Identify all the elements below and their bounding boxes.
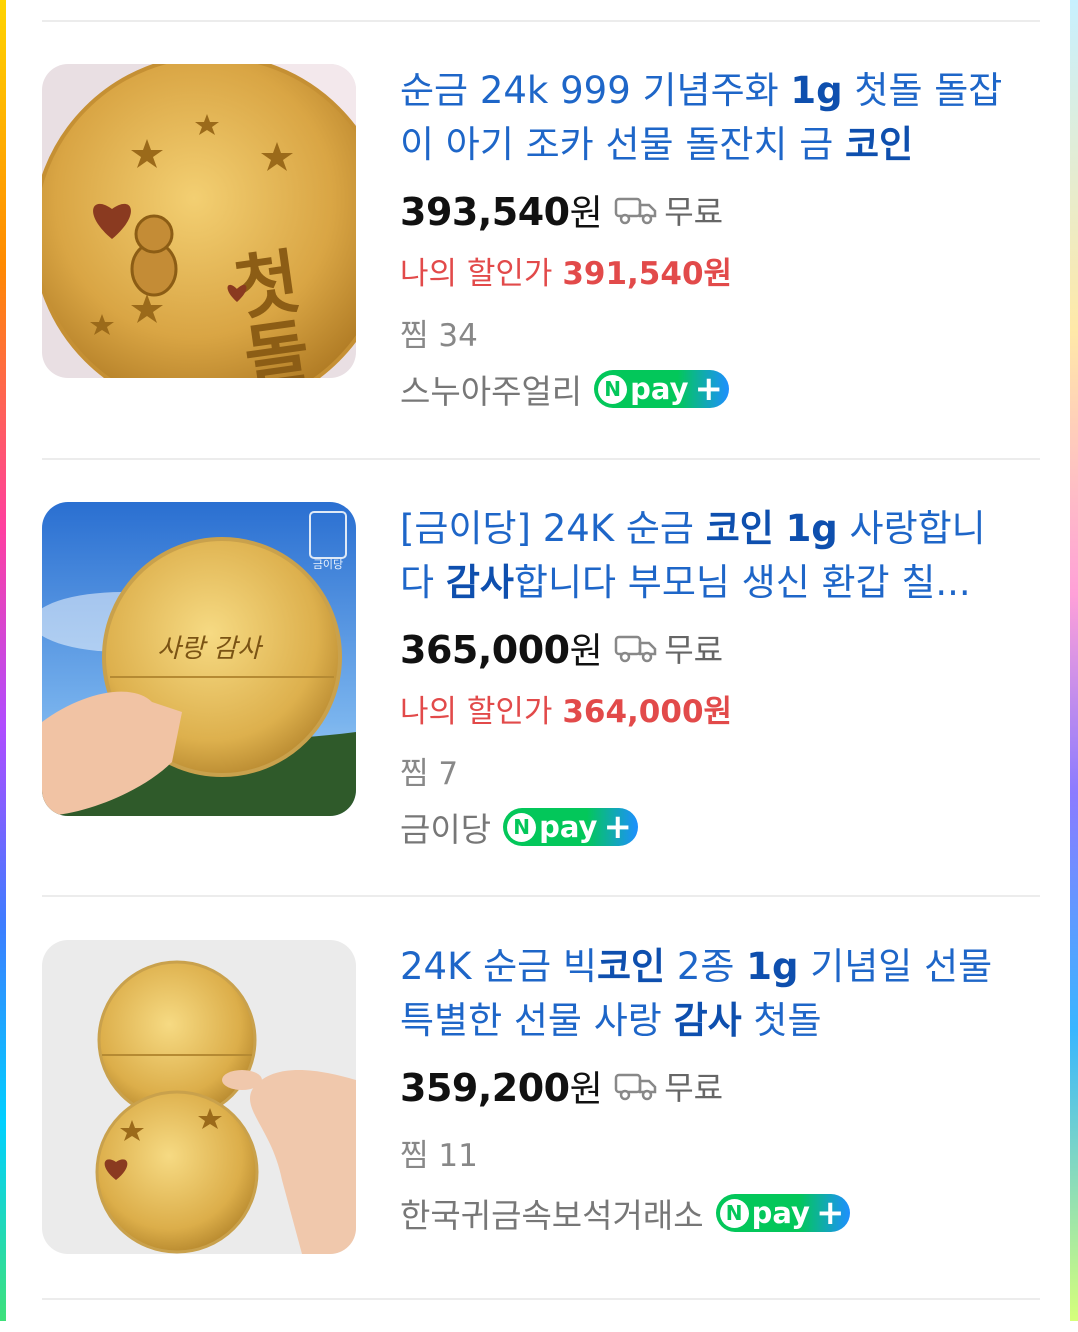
title-text: 첫돌 <box>741 999 822 1042</box>
shipping-label: 무료 <box>664 1069 724 1107</box>
price: 393,540원 <box>400 190 603 234</box>
title-text: 사랑합니 <box>837 507 986 550</box>
product-title[interactable]: [금이당] 24K 순금 코인 1g 사랑합니 다 감사합니다 부모님 생신 환… <box>400 502 1020 610</box>
npay-plus-badge: Npay + <box>715 1193 851 1233</box>
discount-price: 나의 할인가 391,540원 <box>400 256 733 292</box>
title-text: [금이당] 24K 순금 <box>400 507 706 550</box>
title-text: 이 아기 조카 선물 돌잔치 금 <box>400 123 846 166</box>
title-text: 합니다 부모님 생신 환갑 칠... <box>513 561 971 604</box>
title-text: 특별한 선물 사랑 <box>400 999 674 1042</box>
divider <box>42 1298 1040 1300</box>
title-highlight: 1g <box>746 945 799 988</box>
product-thumbnail[interactable]: 첫돌 <box>42 64 356 378</box>
gold-coin-sky-image: 사랑 감사 금이당 <box>42 502 356 816</box>
plus-icon: + <box>815 1193 845 1233</box>
product-title[interactable]: 24K 순금 빅코인 2종 1g 기념일 선물 특별한 선물 사랑 감사 첫돌 <box>400 940 1020 1048</box>
seller-row: 스누아주얼리 Npay + <box>400 365 730 413</box>
title-highlight: 감사 <box>673 999 742 1042</box>
title-line-1: 순금 24k 999 기념주화 1g 첫돌 돌잡 <box>400 64 1020 118</box>
title-highlight: 1g <box>785 507 838 550</box>
naver-n-icon: N <box>507 812 537 842</box>
thumbnail-brand-text: 금이당 <box>313 558 343 571</box>
title-text: 2종 <box>665 945 747 988</box>
price: 365,000원 <box>400 628 603 672</box>
discount-price: 나의 할인가 364,000원 <box>400 694 733 730</box>
title-line-1: 24K 순금 빅코인 2종 1g 기념일 선물 <box>400 940 1020 994</box>
npay-plus-badge: Npay + <box>503 808 638 846</box>
title-text: 다 <box>400 561 446 604</box>
product-thumbnail[interactable] <box>42 940 356 1254</box>
two-gold-coins-image <box>42 940 356 1254</box>
title-text: 첫돌 돌잡 <box>842 69 1003 112</box>
title-line-2: 특별한 선물 사랑 감사 첫돌 <box>400 994 1020 1048</box>
product-card-1[interactable]: 첫돌 순금 24k 999 기념주화 1g 첫돌 돌잡 이 아기 조카 선물 돌… <box>0 20 1078 456</box>
coin-script-text: 사랑 감사 <box>157 634 264 664</box>
title-highlight: 코인 <box>597 945 666 988</box>
title-highlight: 1g <box>790 69 843 112</box>
title-highlight: 코인 <box>705 507 774 550</box>
title-line-2: 이 아기 조카 선물 돌잔치 금 코인 <box>400 118 1020 172</box>
title-text: 24K 순금 빅 <box>400 945 597 988</box>
naver-n-icon: N <box>719 1198 749 1228</box>
truck-icon <box>614 197 657 225</box>
product-card-2[interactable]: 사랑 감사 금이당 [금이당] 24K 순금 코인 1g 사랑합니 다 감사합니… <box>0 458 1078 894</box>
title-text <box>774 507 786 550</box>
title-line-2: 다 감사합니다 부모님 생신 환갑 칠... <box>400 556 1020 610</box>
title-line-1: [금이당] 24K 순금 코인 1g 사랑합니 <box>400 502 1020 556</box>
price-row: 393,540원 무료 <box>400 184 723 236</box>
shipping-label: 무료 <box>664 631 724 669</box>
plus-icon: + <box>694 369 724 409</box>
title-text: 기념일 선물 <box>798 945 993 988</box>
price: 359,200원 <box>400 1066 603 1110</box>
naver-n-icon: N <box>598 374 628 404</box>
wishlist-count: 찜 11 <box>400 1138 478 1174</box>
title-text: 순금 24k 999 기념주화 <box>400 69 791 112</box>
product-title[interactable]: 순금 24k 999 기념주화 1g 첫돌 돌잡 이 아기 조카 선물 돌잔치 … <box>400 64 1020 172</box>
title-highlight: 코인 <box>845 123 914 166</box>
product-card-3[interactable]: 24K 순금 빅코인 2종 1g 기념일 선물 특별한 선물 사랑 감사 첫돌 … <box>0 896 1078 1332</box>
truck-icon <box>614 635 657 663</box>
plus-icon: + <box>603 807 632 847</box>
wishlist-count: 찜 7 <box>400 756 459 792</box>
gold-coin-image: 첫돌 <box>42 64 356 378</box>
shipping-label: 무료 <box>664 193 724 231</box>
seller-name[interactable]: 금이당 <box>400 803 491 851</box>
seller-name[interactable]: 한국귀금속보석거래소 <box>400 1189 704 1237</box>
seller-row: 금이당 Npay + <box>400 804 638 850</box>
product-thumbnail[interactable]: 사랑 감사 금이당 <box>42 502 356 816</box>
seller-name[interactable]: 스누아주얼리 <box>400 365 582 413</box>
truck-icon <box>614 1073 657 1101</box>
npay-plus-badge: Npay + <box>594 369 730 409</box>
title-highlight: 감사 <box>445 561 514 604</box>
price-row: 365,000원 무료 <box>400 622 723 674</box>
seller-row: 한국귀금속보석거래소 Npay + <box>400 1189 851 1237</box>
price-row: 359,200원 무료 <box>400 1060 723 1112</box>
wishlist-count: 찜 34 <box>400 318 478 354</box>
